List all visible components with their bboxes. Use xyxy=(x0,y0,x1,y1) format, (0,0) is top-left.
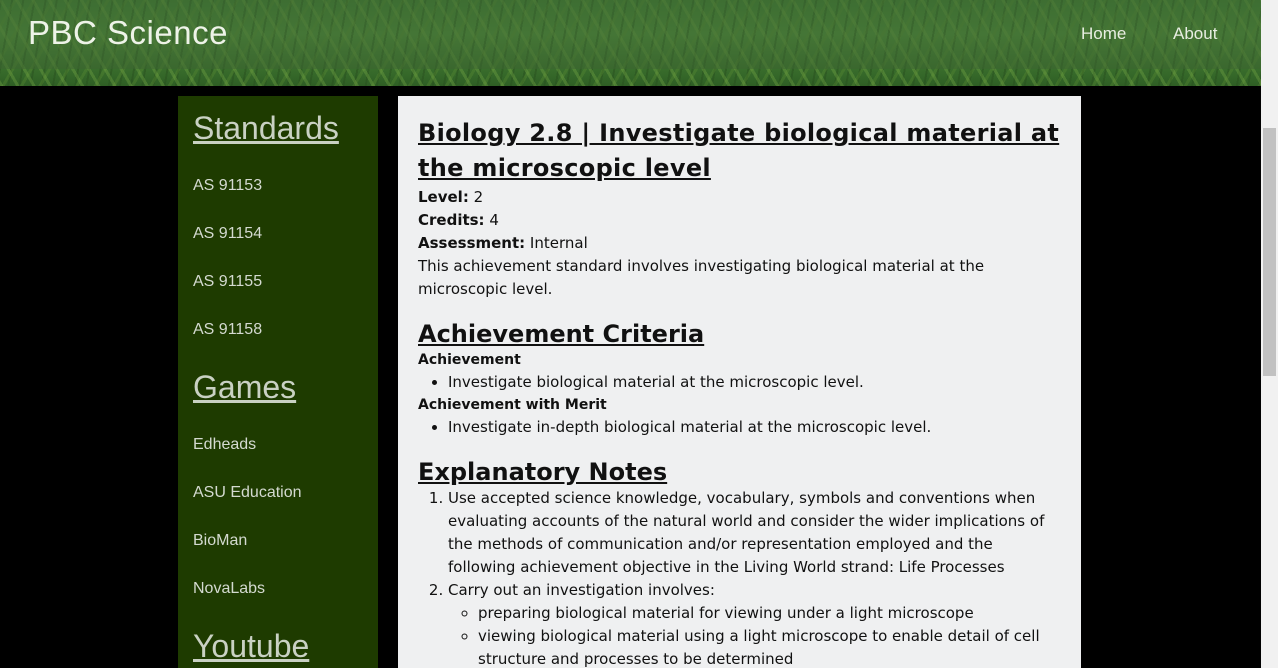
credits-line: Credits: 4 xyxy=(418,209,1061,232)
header-banner: PBC Science Home About xyxy=(0,0,1261,86)
sidebar-item-edheads[interactable]: Edheads xyxy=(193,436,256,454)
list-item: viewing biological material using a ligh… xyxy=(478,625,1061,668)
sidebar-heading-standards[interactable]: Standards xyxy=(193,110,339,147)
sidebar: Standards AS 91153 AS 91154 AS 91155 AS … xyxy=(178,96,378,668)
sidebar-heading-youtube[interactable]: Youtube xyxy=(193,628,309,665)
list-item: Use accepted science knowledge, vocabula… xyxy=(448,487,1061,579)
sidebar-item-as91155[interactable]: AS 91155 xyxy=(193,273,262,291)
list-item: Investigate biological material at the m… xyxy=(448,371,1061,394)
credits-value: 4 xyxy=(484,211,499,229)
list-item: Investigate in-depth biological material… xyxy=(448,416,1061,439)
nav-about-link[interactable]: About xyxy=(1173,24,1217,44)
site-title[interactable]: PBC Science xyxy=(28,14,228,52)
level-label: Level: xyxy=(418,188,469,206)
nav-home-link[interactable]: Home xyxy=(1081,24,1126,44)
scrollbar-thumb[interactable] xyxy=(1263,128,1276,376)
level-line: Level: 2 xyxy=(418,186,1061,209)
description: This achievement standard involves inves… xyxy=(418,257,985,298)
assessment-value: Internal xyxy=(525,234,588,252)
main-content: Biology 2.8 | Investigate biological mat… xyxy=(398,96,1081,668)
assessment-label: Assessment: xyxy=(418,234,526,252)
sidebar-item-as91153[interactable]: AS 91153 xyxy=(193,177,262,195)
criteria-label-achievement: Achievement xyxy=(418,352,521,368)
sidebar-item-as91154[interactable]: AS 91154 xyxy=(193,225,262,243)
note-text: Carry out an investigation involves: xyxy=(448,581,715,599)
notes-list: Use accepted science knowledge, vocabula… xyxy=(418,487,1061,668)
sub-notes-list: preparing biological material for viewin… xyxy=(448,602,1061,668)
assessment-line: Assessment: Internal xyxy=(418,232,1061,255)
sidebar-item-novalabs[interactable]: NovaLabs xyxy=(193,580,265,598)
sidebar-heading-games[interactable]: Games xyxy=(193,369,296,406)
sidebar-item-asu-education[interactable]: ASU Education xyxy=(193,484,302,502)
notes-heading: Explanatory Notes xyxy=(418,458,668,486)
page-title: Biology 2.8 | Investigate biological mat… xyxy=(418,119,1060,182)
criteria-label-merit: Achievement with Merit xyxy=(418,397,607,413)
sidebar-item-bioman[interactable]: BioMan xyxy=(193,532,247,550)
list-item: Carry out an investigation involves: pre… xyxy=(448,579,1061,668)
credits-label: Credits: xyxy=(418,211,485,229)
list-item: preparing biological material for viewin… xyxy=(478,602,1061,625)
criteria-list-achievement: Investigate biological material at the m… xyxy=(418,371,1061,394)
criteria-list-merit: Investigate in-depth biological material… xyxy=(418,416,1061,439)
level-value: 2 xyxy=(468,188,484,206)
criteria-heading: Achievement Criteria xyxy=(418,320,705,348)
sidebar-item-as91158[interactable]: AS 91158 xyxy=(193,321,262,339)
